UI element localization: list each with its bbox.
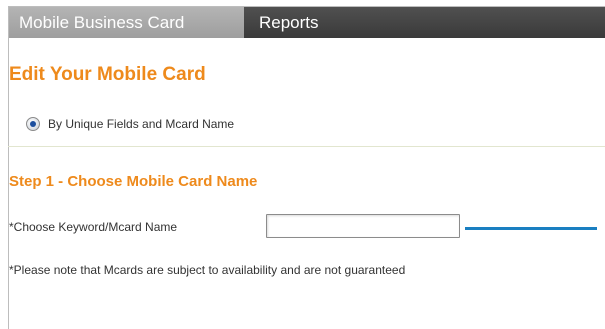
page-title: Edit Your Mobile Card (9, 64, 206, 85)
section-divider (8, 146, 605, 147)
step-title: Step 1 - Choose Mobile Card Name (9, 173, 258, 190)
highlight-indicator-line (465, 227, 597, 230)
tab-reports[interactable]: Reports (249, 7, 329, 38)
keyword-field-label: *Choose Keyword/Mcard Name (9, 220, 178, 234)
tab-mobile-business-card[interactable]: Mobile Business Card (9, 7, 244, 38)
keyword-input[interactable] (266, 214, 460, 238)
availability-note: *Please note that Mcards are subject to … (9, 263, 406, 277)
radio-option-label[interactable]: By Unique Fields and Mcard Name (48, 117, 234, 131)
tab-bar: Mobile Business Card Reports (9, 7, 605, 38)
radio-selected-dot (30, 121, 36, 127)
app-frame: Mobile Business Card Reports (8, 6, 605, 329)
radio-button-selected[interactable] (26, 117, 40, 131)
